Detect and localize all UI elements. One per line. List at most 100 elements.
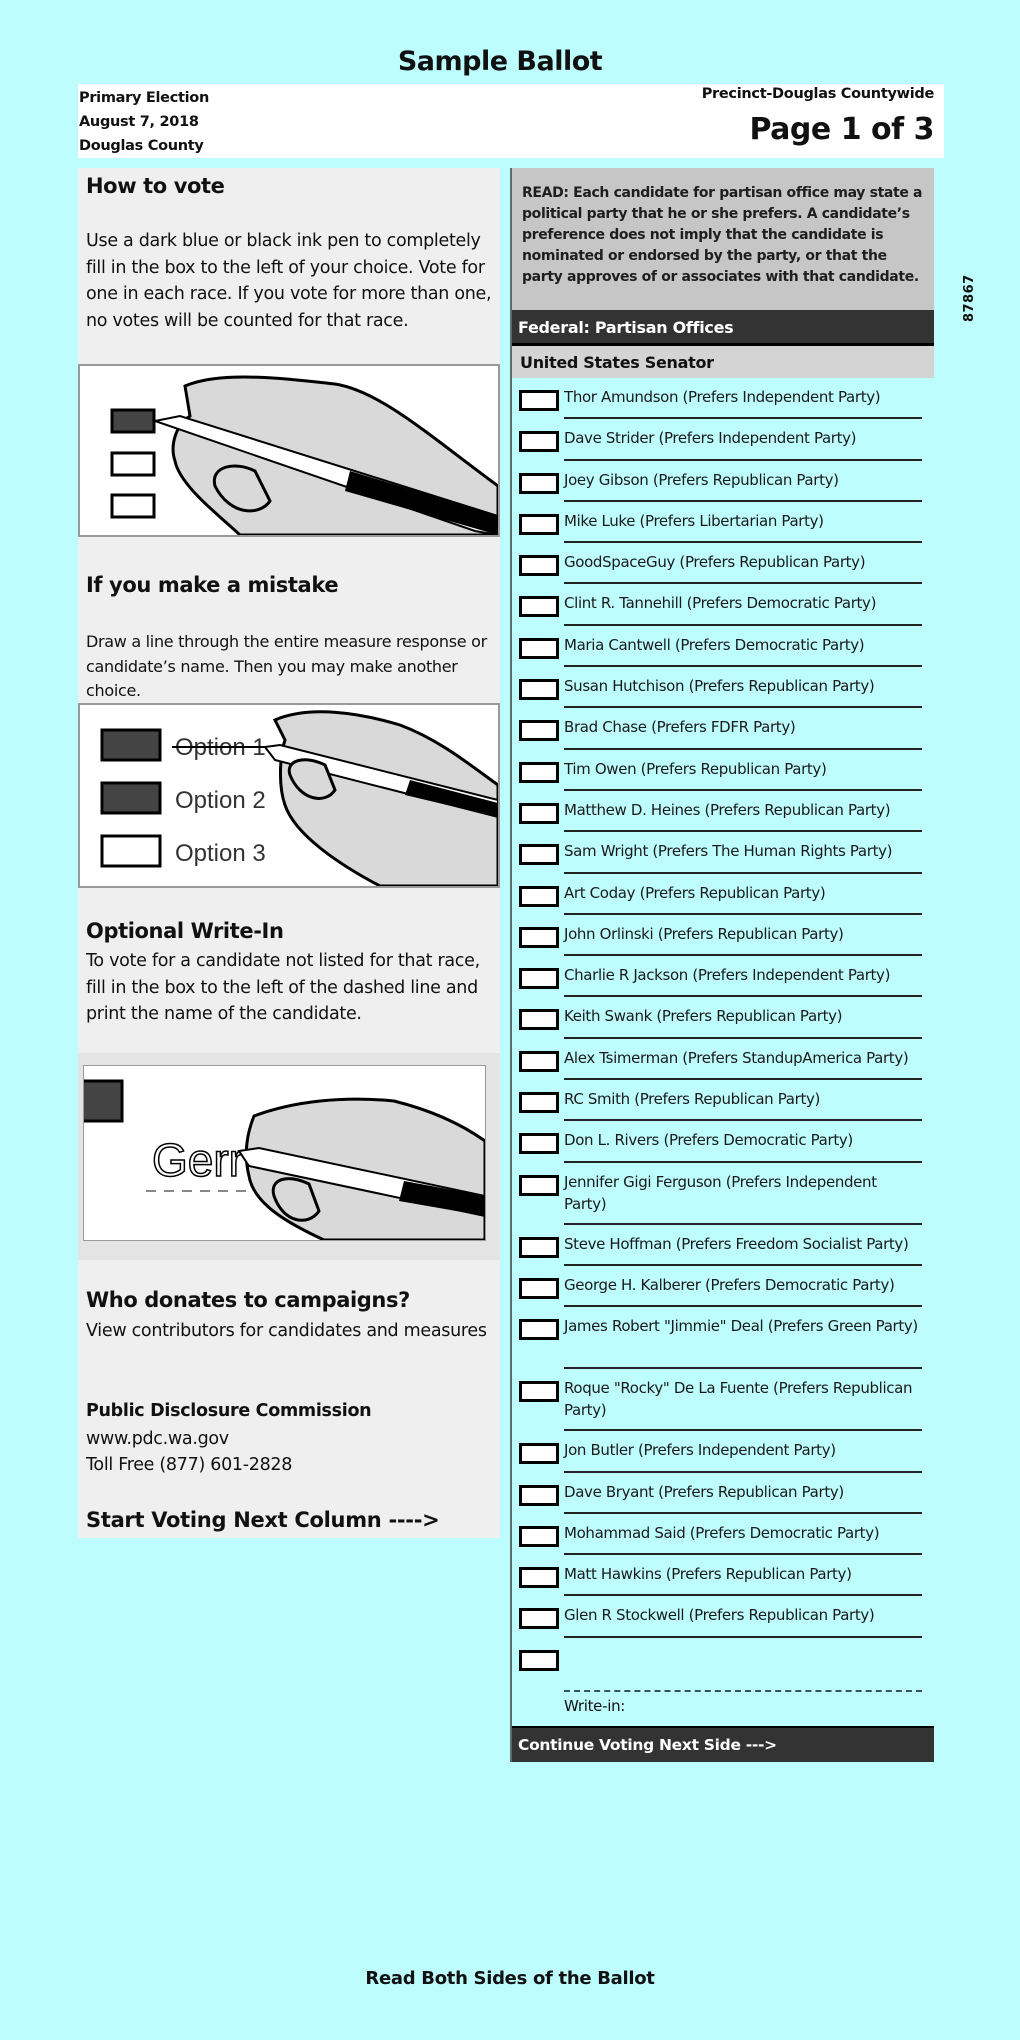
candidate-name: Alex Tsimerman (Prefers StandupAmerica P… [564,1048,909,1067]
vote-oval-checkbox[interactable] [519,720,559,742]
write-in-checkbox[interactable] [519,1649,559,1671]
vote-oval-checkbox[interactable] [519,596,559,618]
vote-oval-checkbox[interactable] [519,513,559,535]
vote-oval-checkbox[interactable] [519,1236,559,1258]
vote-oval-checkbox[interactable] [519,1567,559,1589]
vote-oval-checkbox[interactable] [519,1050,559,1072]
vote-oval-checkbox[interactable] [519,679,559,701]
vote-oval-checkbox[interactable] [519,431,559,453]
vote-oval-checkbox[interactable] [519,1009,559,1031]
candidate-row[interactable]: Matt Hawkins (Prefers Republican Party) [512,1555,934,1597]
candidate-row[interactable]: Dave Strider (Prefers Independent Party) [512,419,934,461]
candidate-name: RC Smith (Prefers Republican Party) [564,1090,820,1109]
ballot-side-number: 87867 [962,274,977,322]
option-3-label: Option 3 [175,840,266,867]
option-2-label: Option 2 [175,787,266,814]
candidate-row[interactable]: James Robert "Jimmie" Deal (Prefers Gree… [512,1307,934,1370]
candidate-row[interactable]: Dave Bryant (Prefers Republican Party) [512,1473,934,1514]
candidate-name: James Robert "Jimmie" Deal (Prefers Gree… [564,1317,918,1336]
race-title: United States Senator [512,346,934,378]
vote-oval-checkbox[interactable] [519,926,559,948]
candidate-row[interactable]: Jon Butler (Prefers Independent Party) [512,1431,934,1473]
instructions-column: How to vote Use a dark blue or black ink… [78,168,500,1538]
ballot-title: Sample Ballot [397,46,603,77]
candidate-row[interactable]: Don L. Rivers (Prefers Democratic Party) [512,1121,934,1163]
candidate-row[interactable]: George H. Kalberer (Prefers Democratic P… [512,1266,934,1308]
candidate-row[interactable]: Joey Gibson (Prefers Republican Party) [512,461,934,502]
candidate-row[interactable]: Susan Hutchison (Prefers Republican Part… [512,667,934,709]
candidate-row[interactable]: Mohammad Said (Prefers Democratic Party) [512,1514,934,1556]
county-name: Douglas County [79,138,204,154]
candidate-row[interactable]: Steve Hoffman (Prefers Freedom Socialist… [512,1225,934,1266]
candidate-name: Clint R. Tannehill (Prefers Democratic P… [564,594,877,613]
vote-oval-checkbox[interactable] [519,885,559,907]
write-in-heading: Optional Write-In [86,919,284,943]
mistake-heading: If you make a mistake [86,573,339,597]
candidate-row[interactable]: John Orlinski (Prefers Republican Party) [512,915,934,957]
candidate-row[interactable]: Sam Wright (Prefers The Human Rights Par… [512,832,934,874]
vote-oval-checkbox[interactable] [519,390,559,411]
party-preference-notice: READ: Each candidate for partisan office… [512,168,934,310]
vote-oval-checkbox[interactable] [519,637,559,659]
hand-pen-icon: Option 1 Option 2 Option 3 [100,710,498,886]
hand-pen-icon [110,375,498,535]
write-in-row[interactable]: Write-in: [512,1638,934,1726]
start-voting-next-column: Start Voting Next Column ----> [86,1508,440,1532]
vote-oval-checkbox[interactable] [519,1092,559,1114]
vote-oval-checkbox[interactable] [519,1443,559,1465]
candidate-name: John Orlinski (Prefers Republican Party) [564,924,844,943]
ballot-column: READ: Each candidate for partisan office… [510,168,934,1762]
vote-oval-checkbox[interactable] [519,1381,559,1403]
candidate-row[interactable]: Charlie R Jackson (Prefers Independent P… [512,956,934,998]
candidate-row[interactable]: Clint R. Tannehill (Prefers Democratic P… [512,584,934,626]
vote-oval-checkbox[interactable] [519,555,559,577]
candidate-row[interactable]: Alex Tsimerman (Prefers StandupAmerica P… [512,1039,934,1081]
candidate-row[interactable]: Brad Chase (Prefers FDFR Party) [512,708,934,750]
vote-oval-checkbox[interactable] [519,1484,559,1506]
pdc-phone: Toll Free (877) 601-2828 [86,1455,293,1475]
mistake-illustration: Option 1 Option 2 Option 3 [78,703,500,888]
candidate-name: Charlie R Jackson (Prefers Independent P… [564,966,891,985]
how-to-vote-text: Use a dark blue or black ink pen to comp… [86,231,492,331]
candidate-name: Art Coday (Prefers Republican Party) [564,883,826,902]
candidate-name: Maria Cantwell (Prefers Democratic Party… [564,635,865,654]
candidate-row[interactable]: Roque "Rocky" De La Fuente (Prefers Repu… [512,1369,934,1432]
candidate-row[interactable]: RC Smith (Prefers Republican Party) [512,1080,934,1122]
candidate-row[interactable]: Thor Amundson (Prefers Independent Party… [512,378,934,420]
candidate-list: Thor Amundson (Prefers Independent Party… [512,378,934,1726]
candidate-row[interactable]: Jennifer Gigi Ferguson (Prefers Independ… [512,1163,934,1225]
candidate-row[interactable]: Tim Owen (Prefers Republican Party) [512,750,934,791]
mistake-text: Draw a line through the entire measure r… [86,632,487,700]
write-in-label: Write-in: [564,1696,626,1715]
vote-oval-checkbox[interactable] [519,1277,559,1299]
candidate-name: Don L. Rivers (Prefers Democratic Party) [564,1131,853,1150]
page-indicator: Page 1 of 3 [749,112,935,147]
write-in-line[interactable] [564,1689,922,1692]
candidate-row[interactable]: Glen R Stockwell (Prefers Republican Par… [512,1596,934,1638]
vote-oval-checkbox[interactable] [519,1525,559,1547]
candidate-name: Joey Gibson (Prefers Republican Party) [564,470,839,489]
candidate-row[interactable]: Mike Luke (Prefers Libertarian Party) [512,502,934,544]
vote-oval-checkbox[interactable] [519,761,559,783]
candidate-name: Tim Owen (Prefers Republican Party) [564,759,827,778]
section-header-federal: Federal: Partisan Offices [512,310,934,346]
vote-oval-checkbox[interactable] [519,1133,559,1155]
vote-oval-checkbox[interactable] [519,968,559,990]
vote-oval-checkbox[interactable] [519,1174,559,1196]
candidate-row[interactable]: Maria Cantwell (Prefers Democratic Party… [512,626,934,668]
pdc-url[interactable]: www.pdc.wa.gov [86,1426,496,1453]
candidate-row[interactable]: Keith Swank (Prefers Republican Party) [512,997,934,1039]
candidate-row[interactable]: GoodSpaceGuy (Prefers Republican Party) [512,543,934,585]
candidate-row[interactable]: Matthew D. Heines (Prefers Republican Pa… [512,791,934,833]
vote-oval-checkbox[interactable] [519,844,559,866]
candidate-row[interactable]: Art Coday (Prefers Republican Party) [512,874,934,915]
hand-pen-icon: Gerr [84,1079,485,1240]
vote-oval-checkbox[interactable] [519,1319,559,1341]
vote-oval-checkbox[interactable] [519,472,559,494]
vote-oval-checkbox[interactable] [519,802,559,824]
candidate-name: Brad Chase (Prefers FDFR Party) [564,718,796,737]
candidate-name: Dave Bryant (Prefers Republican Party) [564,1482,844,1501]
vote-oval-checkbox[interactable] [519,1608,559,1630]
candidate-name: Jennifer Gigi Ferguson (Prefers Independ… [564,1172,877,1213]
candidate-name: Susan Hutchison (Prefers Republican Part… [564,677,875,696]
